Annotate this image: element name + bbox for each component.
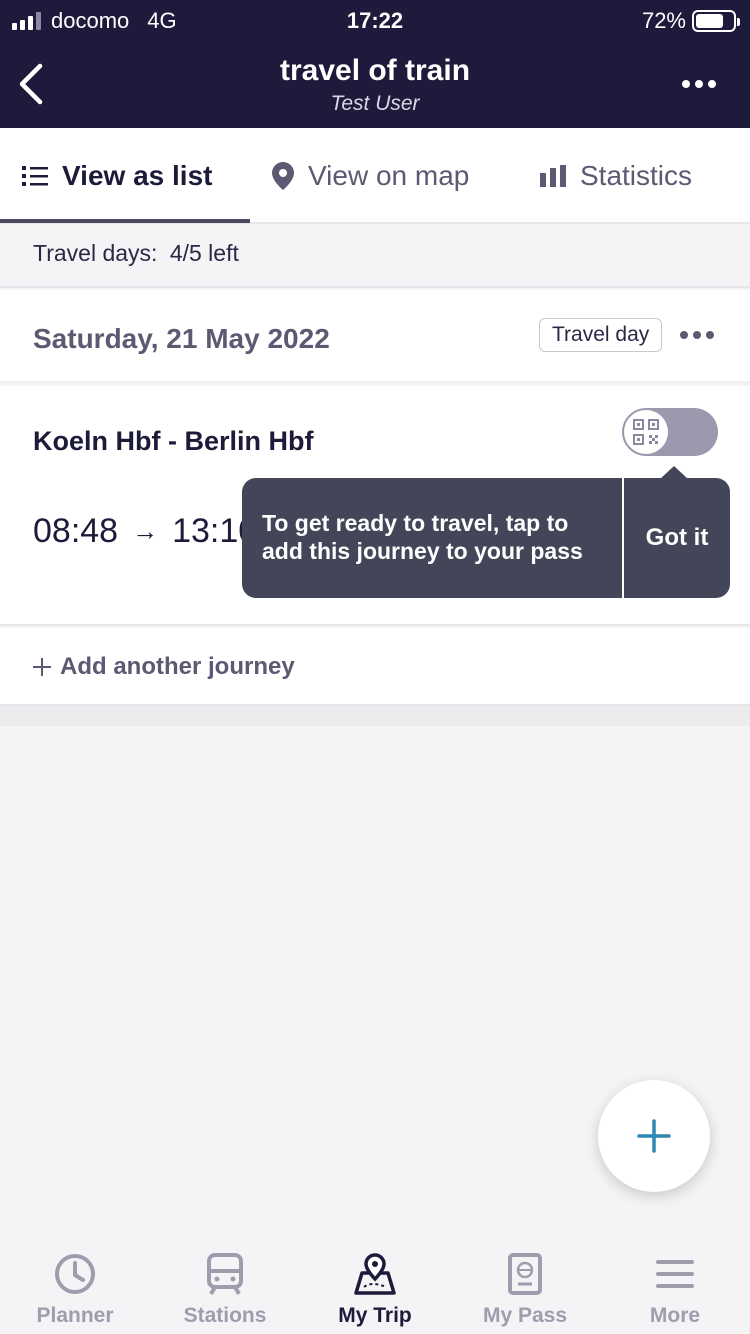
view-tabs: View as list View on map Statistics xyxy=(0,128,750,224)
active-tab-indicator xyxy=(0,219,250,223)
qr-code-icon xyxy=(633,419,659,445)
train-icon xyxy=(207,1253,243,1295)
travel-days-value: 4/5 left xyxy=(169,240,239,266)
day-options-icon[interactable] xyxy=(680,331,714,339)
nav-label: Stations xyxy=(183,1304,267,1327)
battery-percent: 72% xyxy=(641,8,686,33)
add-journey-row[interactable]: Add another journey xyxy=(0,628,750,706)
plus-icon xyxy=(637,1119,671,1153)
tab-view-on-map[interactable]: View on map xyxy=(272,128,469,224)
travel-days-bar: Travel days: 4/5 left xyxy=(0,224,750,288)
nav-my-pass[interactable]: My Pass xyxy=(450,1250,600,1328)
status-bar: docomo 4G 17:22 72% xyxy=(0,0,750,40)
tab-label: View as list xyxy=(62,160,213,191)
more-options-icon[interactable] xyxy=(682,80,716,88)
nav-label: More xyxy=(649,1304,701,1327)
journey-route: Koeln Hbf - Berlin Hbf xyxy=(33,426,314,456)
add-journey-label: Add another journey xyxy=(60,653,295,680)
journey-times: 08:48 → 13:10 xyxy=(33,512,257,551)
tab-view-as-list[interactable]: View as list xyxy=(22,128,212,224)
add-to-pass-toggle[interactable] xyxy=(622,408,718,456)
add-fab-button[interactable] xyxy=(598,1080,710,1192)
travel-day-badge: Travel day xyxy=(539,318,663,352)
tooltip-text: To get ready to travel, tap to add this … xyxy=(262,510,583,564)
map-pin-icon xyxy=(272,162,294,190)
menu-icon xyxy=(656,1260,694,1288)
tab-label: Statistics xyxy=(580,160,693,191)
passport-icon xyxy=(508,1253,542,1295)
travel-days-label: Travel days: xyxy=(33,240,158,266)
nav-my-trip[interactable]: My Trip xyxy=(300,1250,450,1328)
nav-label: My Pass xyxy=(482,1304,568,1327)
add-to-pass-tooltip: To get ready to travel, tap to add this … xyxy=(242,466,730,598)
plus-icon xyxy=(33,658,51,676)
page-subtitle: Test User xyxy=(330,92,420,115)
nav-label: My Trip xyxy=(338,1304,412,1327)
battery-icon xyxy=(692,10,740,32)
app-header: docomo 4G 17:22 72% travel of train Test… xyxy=(0,0,750,128)
bar-chart-icon xyxy=(540,165,566,187)
arrow-icon: → xyxy=(132,516,159,546)
day-date: Saturday, 21 May 2022 xyxy=(33,323,330,354)
list-icon xyxy=(22,166,48,186)
section-divider xyxy=(0,706,750,726)
bottom-navigation: Planner Stations My Trip My Pass More xyxy=(0,1240,750,1334)
got-it-button[interactable]: Got it xyxy=(624,478,730,598)
nav-more[interactable]: More xyxy=(600,1250,750,1328)
nav-stations[interactable]: Stations xyxy=(150,1250,300,1328)
nav-planner[interactable]: Planner xyxy=(0,1250,150,1328)
page-title: travel of train xyxy=(279,54,471,87)
departure-time: 08:48 xyxy=(33,512,119,550)
tab-label: View on map xyxy=(308,160,470,191)
nav-label: Planner xyxy=(36,1304,114,1327)
status-time: 17:22 xyxy=(346,8,404,33)
map-icon xyxy=(354,1253,396,1295)
clock-icon xyxy=(55,1254,95,1294)
day-header: Saturday, 21 May 2022 Travel day xyxy=(0,290,750,384)
tab-statistics[interactable]: Statistics xyxy=(540,128,692,224)
